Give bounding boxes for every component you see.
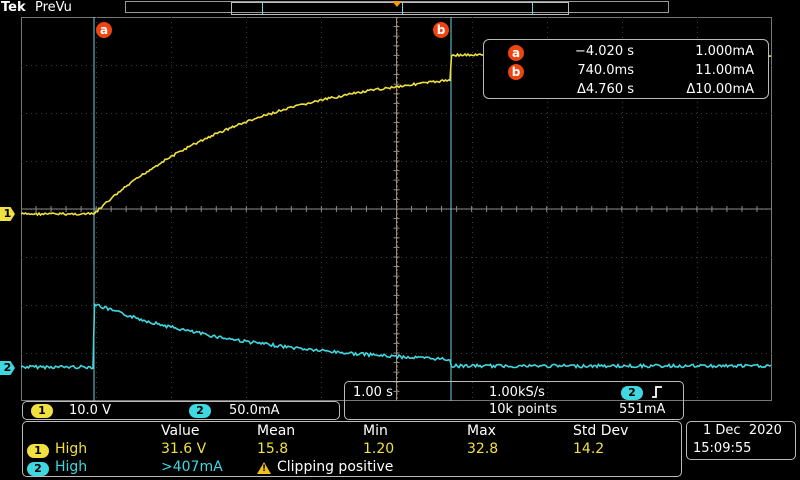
- brand-label: Tek: [1, 0, 26, 15]
- channel-1-ground-marker[interactable]: 1: [0, 207, 15, 221]
- meas-row1-mean: 15.8: [257, 441, 289, 457]
- timebase-trigger-panel[interactable]: 1.00 s 1.00kS/s 10k points 2 551mA: [344, 381, 684, 420]
- col-mean-header: Mean: [257, 423, 296, 439]
- clipping-warning-text: Clipping positive: [277, 459, 394, 475]
- meas-row2-channel-badge: 2: [27, 462, 49, 476]
- acquisition-mode: PreVu: [35, 0, 72, 15]
- cursor-a-amplitude: 1.000mA: [695, 44, 754, 59]
- time-display: 15:09:55: [693, 441, 752, 456]
- top-status-bar: Tek PreVu: [0, 0, 800, 17]
- cursor-b-badge[interactable]: b: [433, 22, 449, 38]
- date-time-panel: 1 Dec 2020 15:09:55: [686, 421, 796, 460]
- record-points: 10k points: [489, 402, 558, 417]
- meas-row1-value: 31.6 V: [161, 441, 207, 457]
- rising-edge-icon: [652, 386, 662, 398]
- trigger-level[interactable]: 551mA: [619, 402, 665, 417]
- col-min-header: Min: [363, 423, 388, 439]
- cursor-b-amplitude: 11.00mA: [695, 63, 754, 78]
- cursor-readout-panel: a −4.020 s 1.000mA b 740.0ms 11.00mA Δ4.…: [483, 39, 769, 99]
- col-max-header: Max: [467, 423, 496, 439]
- cursor-delta-amplitude: Δ10.00mA: [686, 82, 754, 97]
- trigger-source-badge[interactable]: 2: [621, 386, 643, 400]
- readout-cursor-b-badge: b: [508, 64, 524, 80]
- sample-rate: 1.00kS/s: [489, 385, 545, 400]
- trigger-position-marker[interactable]: [392, 1, 402, 7]
- meas-row1-channel-badge: 1: [27, 444, 49, 458]
- channel-2-ground-marker[interactable]: 2: [0, 361, 15, 375]
- meas-row1-label[interactable]: High: [55, 441, 87, 457]
- meas-row1-max: 32.8: [467, 441, 499, 457]
- meas-row2-value: >407mA: [161, 459, 223, 475]
- cursor-delta-time: Δ4.760 s: [576, 82, 634, 97]
- readout-cursor-a-badge: a: [508, 45, 524, 61]
- cursor-a-badge[interactable]: a: [96, 22, 112, 38]
- meas-row1-std: 14.2: [573, 441, 605, 457]
- cursor-a-time: −4.020 s: [574, 44, 634, 59]
- horizontal-scale[interactable]: 1.00 s: [353, 385, 393, 400]
- col-std-header: Std Dev: [573, 423, 629, 439]
- ch1-scale-badge[interactable]: 1: [31, 404, 53, 418]
- cursor-b-time: 740.0ms: [577, 63, 634, 78]
- ch2-scale-value[interactable]: 50.0mA: [229, 403, 280, 418]
- meas-row1-min: 1.20: [363, 441, 395, 457]
- measurement-table: Value Mean Min Max Std Dev 1 High 31.6 V…: [22, 421, 682, 477]
- warning-icon: !: [257, 462, 271, 474]
- col-value-header: Value: [161, 423, 200, 439]
- ch2-scale-badge[interactable]: 2: [189, 404, 211, 418]
- ch1-scale-value[interactable]: 10.0 V: [69, 403, 111, 418]
- meas-row2-label[interactable]: High: [55, 459, 87, 475]
- channel-scale-bar: 1 10.0 V 2 50.0mA: [22, 401, 340, 420]
- date-display: 1 Dec 2020: [703, 423, 782, 438]
